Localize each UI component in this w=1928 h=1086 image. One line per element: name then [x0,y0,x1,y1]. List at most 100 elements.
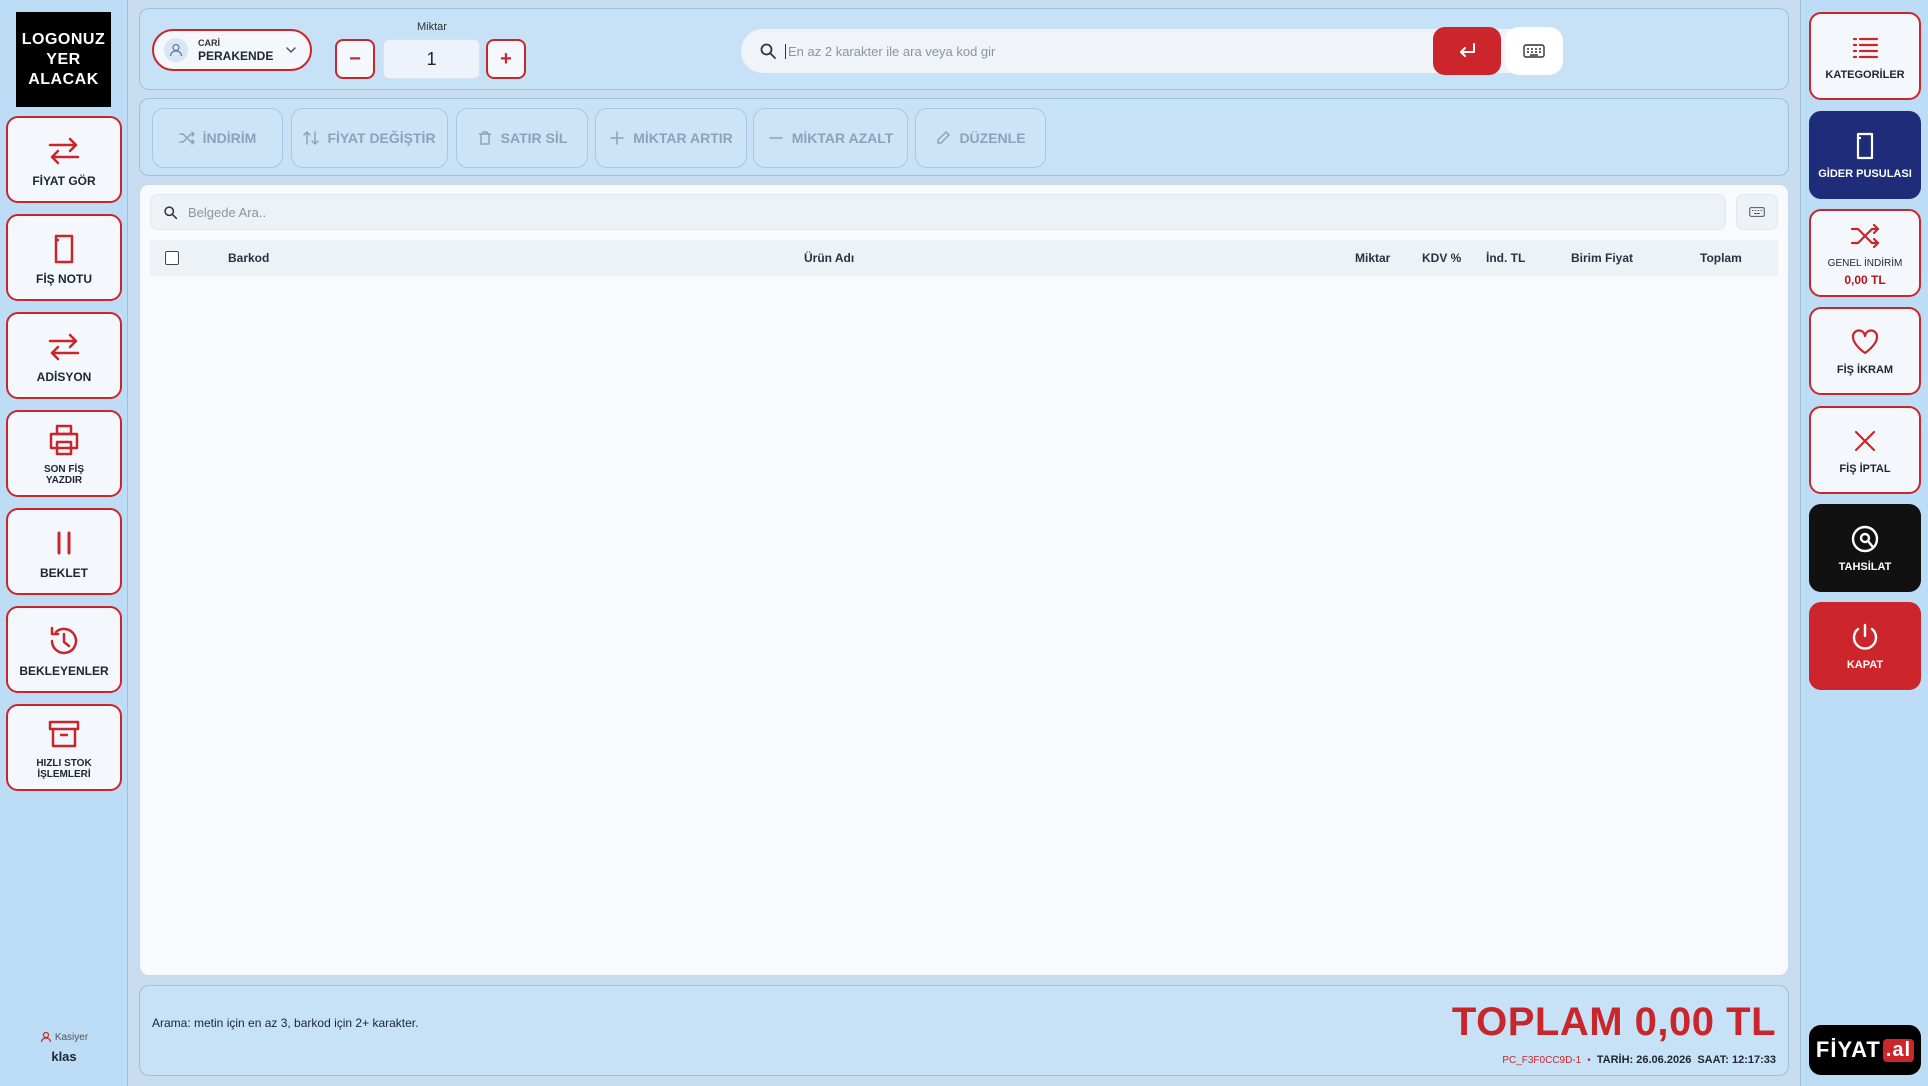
printer-icon [49,424,79,455]
user-icon [40,1031,51,1043]
close-label: KAPAT [1846,659,1884,671]
receipt-cancel-label: FİŞ İPTAL [1839,463,1891,475]
customer-label: CARİ [198,37,220,48]
increase-quantity-button[interactable]: MİKTAR ARTIR [595,108,747,168]
payment-icon [1851,525,1879,553]
categories-button[interactable]: KATEGORİLER [1809,12,1921,100]
quantity-decrease-button[interactable]: − [335,39,375,79]
customer-selector[interactable]: CARİ PERAKENDE [152,29,312,71]
meta-separator: • [1587,1054,1591,1066]
adisyon-button[interactable]: ADİSYON [6,312,122,399]
general-discount-label: GENEL İNDİRİM [1827,257,1903,269]
brand-logo: FİYAT .al [1809,1025,1921,1075]
search-enter-button[interactable] [1433,27,1501,75]
receipt-note-label: FİŞ NOTU [36,271,92,286]
price-check-label: FİYAT GÖR [32,173,96,188]
footer-bar: Arama: metin için en az 3, barkod için 2… [139,985,1789,1076]
list-icon [1852,37,1879,59]
price-check-button[interactable]: FİYAT GÖR [6,116,122,203]
receipt-treat-label: FİŞ İKRAM [1836,364,1894,376]
categories-label: KATEGORİLER [1825,69,1905,81]
column-quantity[interactable]: Miktar [1355,251,1390,265]
document-panel: Belgede Ara.. Barkod Ürün Adı Miktar KDV… [139,184,1789,976]
shuffle-icon [178,131,195,145]
close-icon [1854,430,1876,452]
right-sidebar: KATEGORİLER GİDER PUSULASI GENEL İNDİRİM… [1800,0,1928,1086]
document-search-input[interactable]: Belgede Ara.. [150,194,1726,230]
plus-icon [610,131,624,145]
document-icon [1856,132,1874,160]
cashier-role: Kasiyer [54,1031,89,1043]
action-bar: İNDİRİM FİYAT DEĞİŞTİR SATIR SİL MİKTAR … [139,98,1789,176]
quantity-input[interactable]: 1 [383,39,480,79]
expense-slip-button[interactable]: GİDER PUSULASI [1809,111,1921,199]
collect-payment-button[interactable]: TAHSİLAT [1809,504,1921,592]
column-product-name[interactable]: Ürün Adı [804,251,854,265]
quick-stock-button[interactable]: HIZLI STOK İŞLEMLERİ [6,704,122,791]
search-placeholder: En az 2 karakter ile ara veya kod gir [785,43,995,59]
expense-slip-label: GİDER PUSULASI [1818,168,1912,180]
change-price-button[interactable]: FİYAT DEĞİŞTİR [291,108,448,168]
search-icon [760,43,776,59]
column-unit-price[interactable]: Birim Fiyat [1571,251,1633,265]
increase-quantity-label: MİKTAR ARTIR [633,130,733,146]
shuffle-icon [1850,223,1880,248]
general-discount-value: 0,00 TL [1844,272,1886,287]
receipt-time: SAAT: 12:17:33 [1697,1054,1776,1066]
document-search-placeholder: Belgede Ara.. [188,204,267,220]
receipt-meta: PC_F3F0CC9D-1 • TARİH: 26.06.2026 SAAT: … [1502,1054,1776,1066]
receipt-treat-button[interactable]: FİŞ İKRAM [1809,307,1921,395]
pause-icon [57,531,71,554]
receipt-cancel-button[interactable]: FİŞ İPTAL [1809,406,1921,494]
column-discount[interactable]: İnd. TL [1486,251,1525,265]
power-icon [1852,623,1878,650]
discount-button[interactable]: İNDİRİM [152,108,283,168]
keyboard-button[interactable] [1505,27,1563,75]
trash-icon [478,131,491,145]
edit-label: DÜZENLE [959,130,1026,146]
brand-text: FİYAT [1815,1037,1881,1062]
column-barcode[interactable]: Barkod [228,251,269,265]
close-button[interactable]: KAPAT [1809,602,1921,690]
pencil-icon [937,131,951,144]
pc-id: PC_F3F0CC9D-1 [1502,1054,1582,1066]
edit-button[interactable]: DÜZENLE [915,108,1046,168]
print-last-receipt-button[interactable]: SON FİŞ YAZDIR [6,410,122,497]
minus-icon [768,137,783,139]
keyboard-icon [1523,44,1545,58]
receipt-note-button[interactable]: FİŞ NOTU [6,214,122,301]
sort-arrows-icon [303,131,320,145]
swap-arrows-icon [48,333,80,360]
archive-box-icon [48,720,80,747]
grand-total: TOPLAM 0,00 TL [1451,1000,1776,1044]
column-total[interactable]: Toplam [1700,251,1742,265]
logo: LOGONUZ YER ALACAK [16,12,111,107]
keyboard-icon [1749,207,1765,217]
held-receipts-label: BEKLEYENLER [19,663,109,678]
search-icon [164,205,178,219]
swap-arrows-icon [48,137,80,164]
hold-button[interactable]: BEKLET [6,508,122,595]
receipt-date: TARİH: 26.06.2026 [1596,1054,1692,1066]
cashier-info: Kasiyer klas [0,1031,128,1064]
discount-label: İNDİRİM [202,130,257,146]
general-discount-button[interactable]: GENEL İNDİRİM 0,00 TL [1809,209,1921,297]
enter-icon [1460,43,1475,57]
select-all-checkbox[interactable] [165,251,179,265]
delete-line-button[interactable]: SATIR SİL [456,108,588,168]
chevron-down-icon [286,47,296,54]
quantity-label: Miktar [417,21,447,33]
table-header: Barkod Ürün Adı Miktar KDV % İnd. TL Bir… [150,240,1778,276]
column-vat[interactable]: KDV % [1422,251,1461,265]
note-icon [54,234,74,263]
decrease-quantity-label: MİKTAR AZALT [791,130,894,146]
delete-line-label: SATIR SİL [500,130,568,146]
decrease-quantity-button[interactable]: MİKTAR AZALT [753,108,908,168]
collect-payment-label: TAHSİLAT [1838,561,1892,573]
top-bar: CARİ PERAKENDE Miktar − 1 + En az 2 kara… [139,8,1789,90]
document-keyboard-button[interactable] [1736,194,1778,230]
print-last-receipt-label: SON FİŞ YAZDIR [43,463,84,486]
left-sidebar: LOGONUZ YER ALACAK FİYAT GÖR FİŞ NOTU AD… [0,0,128,1086]
quantity-increase-button[interactable]: + [486,39,526,79]
held-receipts-button[interactable]: BEKLEYENLER [6,606,122,693]
